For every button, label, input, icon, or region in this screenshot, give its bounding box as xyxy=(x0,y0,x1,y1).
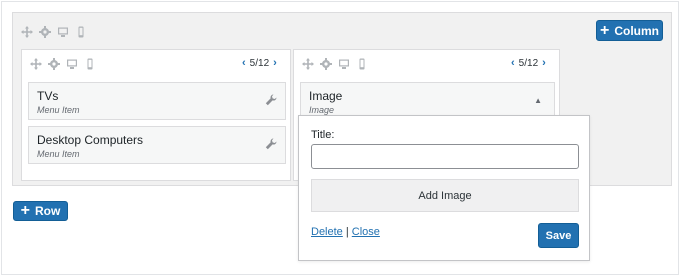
menu-item-block[interactable]: TVs Menu Item xyxy=(28,82,286,120)
gear-icon[interactable] xyxy=(39,26,51,38)
chevron-right-icon[interactable]: › xyxy=(273,57,277,69)
widget-actions: Delete | Close xyxy=(311,226,380,238)
move-icon[interactable] xyxy=(30,58,42,70)
column-size-control: ‹ 5/12 › xyxy=(511,57,546,69)
column-size-control: ‹ 5/12 › xyxy=(242,57,277,69)
item-title: TVs xyxy=(37,89,59,103)
desktop-icon[interactable] xyxy=(57,26,69,38)
gear-icon[interactable] xyxy=(48,58,60,70)
chevron-right-icon[interactable]: › xyxy=(542,57,546,69)
wrench-icon[interactable] xyxy=(265,93,277,106)
add-column-label: Column xyxy=(614,23,659,38)
item-type: Image xyxy=(309,105,335,115)
add-row-button[interactable]: + Row xyxy=(13,201,68,221)
chevron-left-icon[interactable]: ‹ xyxy=(242,57,246,69)
move-icon[interactable] xyxy=(21,26,33,38)
delete-link[interactable]: Delete xyxy=(311,226,343,238)
menu-item-block[interactable]: Desktop Computers Menu Item xyxy=(28,126,286,164)
column-size-value: 5/12 xyxy=(249,57,270,69)
item-type: Menu Item xyxy=(37,105,80,115)
title-input[interactable] xyxy=(311,144,579,169)
add-image-button[interactable]: Add Image xyxy=(311,179,579,212)
caret-up-icon[interactable]: ▲ xyxy=(534,96,542,105)
image-widget-settings-panel: Title: Add Image Delete | Close Save xyxy=(298,115,590,261)
chevron-left-icon[interactable]: ‹ xyxy=(511,57,515,69)
save-button[interactable]: Save xyxy=(538,223,579,248)
column-tools xyxy=(302,58,368,70)
title-label: Title: xyxy=(311,129,335,141)
add-row-label: Row xyxy=(35,204,61,218)
item-title: Desktop Computers xyxy=(37,133,144,147)
close-link[interactable]: Close xyxy=(352,226,380,238)
mobile-icon[interactable] xyxy=(356,58,368,70)
column-size-value: 5/12 xyxy=(518,57,539,69)
plus-icon: + xyxy=(599,21,610,39)
mobile-icon[interactable] xyxy=(75,26,87,38)
gear-icon[interactable] xyxy=(320,58,332,70)
item-title: Image xyxy=(309,89,343,103)
move-icon[interactable] xyxy=(302,58,314,70)
column-1: ‹ 5/12 › TVs Menu Item Desktop Computers… xyxy=(21,49,291,181)
separator: | xyxy=(345,226,349,238)
item-type: Menu Item xyxy=(37,149,80,159)
row-tools xyxy=(21,26,87,38)
desktop-icon[interactable] xyxy=(338,58,350,70)
plus-icon: + xyxy=(20,202,30,219)
wrench-icon[interactable] xyxy=(265,137,277,150)
desktop-icon[interactable] xyxy=(66,58,78,70)
mobile-icon[interactable] xyxy=(84,58,96,70)
column-tools xyxy=(30,58,96,70)
add-column-button[interactable]: + Column xyxy=(596,20,663,41)
